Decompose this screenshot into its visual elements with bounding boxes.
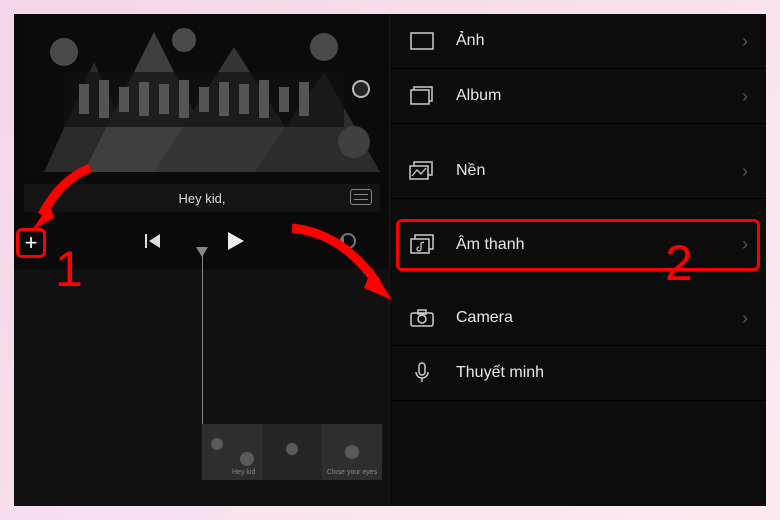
- undo-button[interactable]: [337, 232, 359, 255]
- menu-item-album[interactable]: Album ›: [390, 69, 766, 124]
- video-clip[interactable]: Hey kid Close your eyes: [202, 424, 382, 480]
- chevron-right-icon: ›: [742, 308, 748, 329]
- menu-item-audio[interactable]: Âm thanh ›: [396, 219, 760, 271]
- record-indicator: [352, 80, 370, 98]
- menu-item-camera[interactable]: Camera ›: [390, 291, 766, 346]
- menu-item-image[interactable]: Ảnh ›: [390, 14, 766, 69]
- skip-back-button[interactable]: [144, 232, 162, 255]
- menu-label: Ảnh: [456, 32, 742, 50]
- caption-bar[interactable]: Hey kid,: [24, 184, 380, 212]
- background-icon: [408, 160, 436, 182]
- video-preview[interactable]: [24, 22, 380, 172]
- menu-label: Camera: [456, 309, 742, 327]
- menu-item-voiceover[interactable]: Thuyết minh: [390, 346, 766, 401]
- menu-label: Thuyết minh: [456, 364, 748, 382]
- add-media-button[interactable]: +: [16, 228, 46, 258]
- svg-text:Close your eyes: Close your eyes: [327, 469, 378, 476]
- play-button[interactable]: [224, 230, 246, 257]
- chevron-right-icon: ›: [742, 234, 748, 255]
- menu-item-background[interactable]: Nền ›: [390, 144, 766, 199]
- menu-label: Nền: [456, 162, 742, 180]
- svg-text:Hey kid: Hey kid: [232, 469, 255, 476]
- menu-label: Âm thanh: [456, 236, 742, 254]
- camera-icon: [408, 307, 436, 329]
- app-frame: Hey kid, +: [14, 14, 766, 506]
- image-icon: [408, 30, 436, 52]
- caption-text: Hey kid,: [179, 191, 226, 206]
- chevron-right-icon: ›: [742, 161, 748, 182]
- media-menu: Ảnh › Album › Nền › Âm thanh ›: [390, 14, 766, 506]
- editor-pane: Hey kid, +: [14, 14, 390, 506]
- voiceover-icon: [408, 362, 436, 384]
- chevron-right-icon: ›: [742, 86, 748, 107]
- album-icon: [408, 85, 436, 107]
- timeline[interactable]: Hey kid Close your eyes: [14, 269, 389, 506]
- chevron-right-icon: ›: [742, 31, 748, 52]
- menu-label: Album: [456, 87, 742, 105]
- keyboard-icon[interactable]: [350, 189, 372, 205]
- audio-icon: [408, 234, 436, 256]
